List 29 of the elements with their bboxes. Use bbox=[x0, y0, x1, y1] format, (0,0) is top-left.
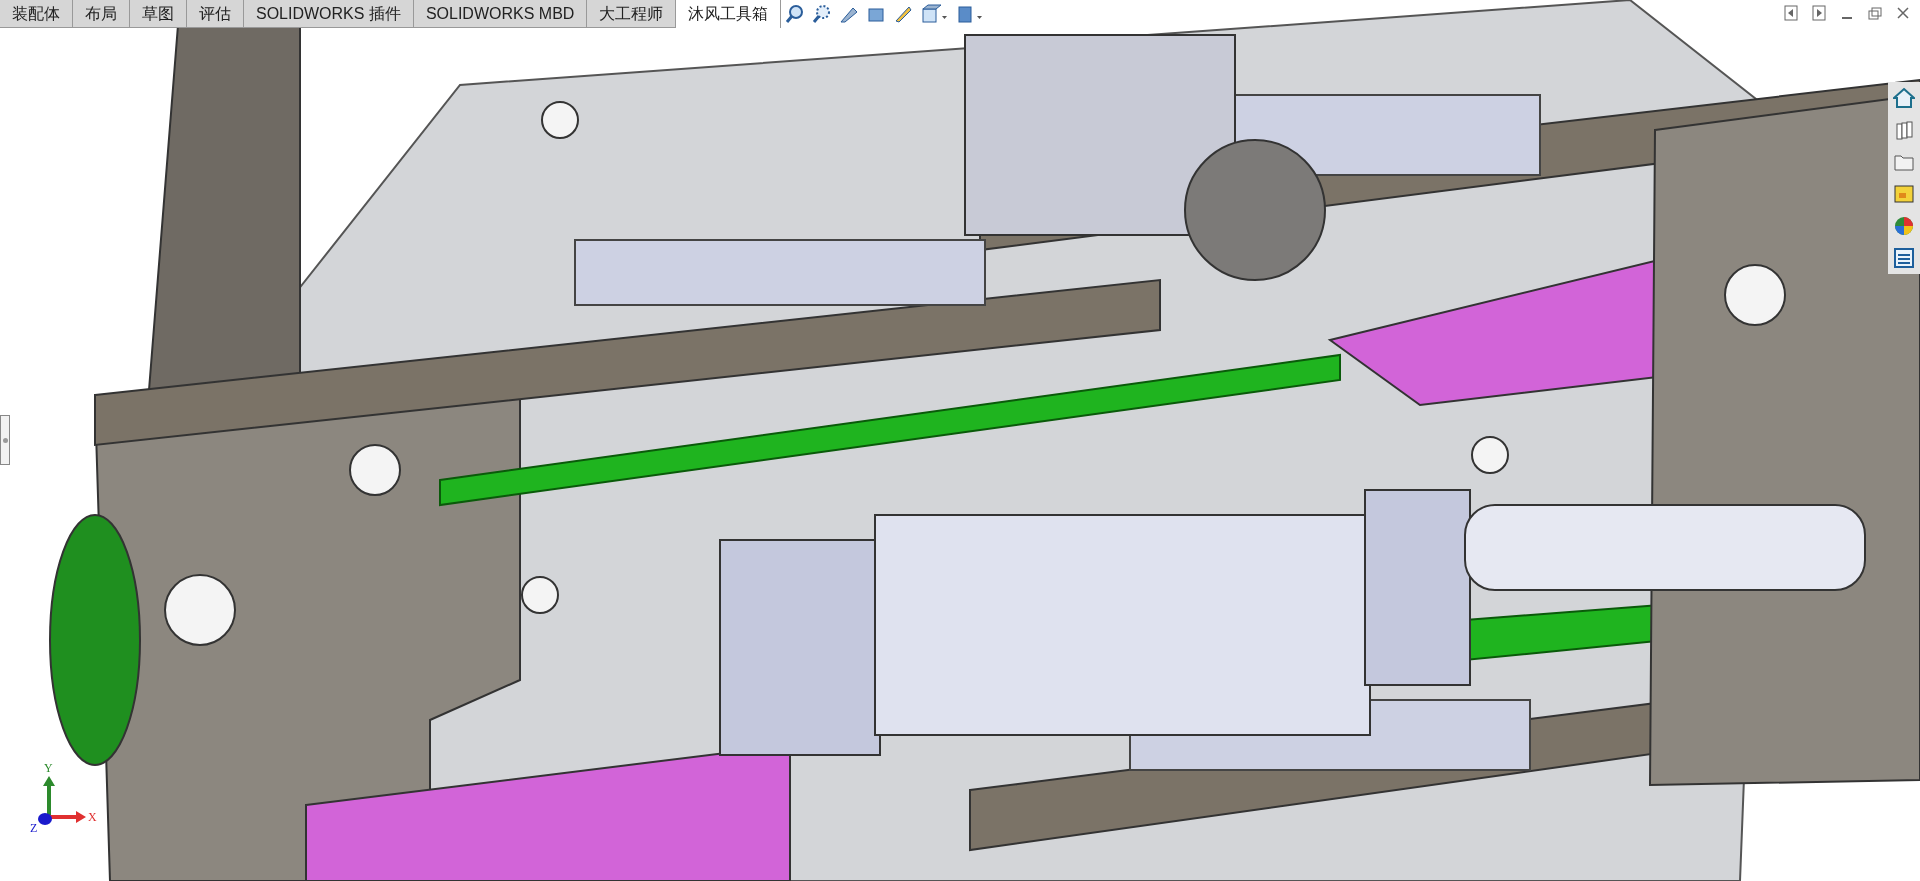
properties-icon[interactable] bbox=[1893, 247, 1915, 269]
ribbon-tab[interactable]: SOLIDWORKS 插件 bbox=[244, 0, 414, 28]
mounting-hole bbox=[541, 101, 579, 139]
x-axis-arrow-icon bbox=[48, 811, 86, 823]
ribbon-tab[interactable]: 装配体 bbox=[0, 0, 73, 28]
y-axis-arrow-icon bbox=[43, 776, 55, 818]
ribbon-tab[interactable]: 草图 bbox=[130, 0, 187, 28]
x-axis-label: X bbox=[88, 811, 97, 823]
mounting-hole bbox=[349, 444, 401, 496]
panel-collapse-handle[interactable] bbox=[0, 415, 10, 465]
ribbon-tab[interactable]: 评估 bbox=[187, 0, 244, 28]
z-axis-label: Z bbox=[30, 822, 38, 834]
restore-icon[interactable] bbox=[1868, 5, 1882, 21]
appearance-icon[interactable] bbox=[1893, 215, 1915, 237]
display-style-icon[interactable] bbox=[955, 4, 983, 24]
y-axis-label: Y bbox=[44, 762, 53, 774]
zoom-to-fit-icon[interactable] bbox=[785, 4, 805, 24]
mounting-hole bbox=[164, 574, 236, 646]
library-icon[interactable] bbox=[1893, 119, 1915, 141]
mounting-hole bbox=[1471, 436, 1509, 474]
ribbon-tab[interactable]: 沐风工具箱 bbox=[676, 0, 782, 28]
ribbon-tab[interactable]: 布局 bbox=[73, 0, 130, 28]
ribbon-tab[interactable]: 大工程师 bbox=[587, 0, 677, 28]
home-icon[interactable] bbox=[1893, 87, 1915, 109]
zoom-area-icon[interactable] bbox=[812, 4, 832, 24]
ribbon-tab[interactable]: SOLIDWORKS MBD bbox=[413, 0, 588, 28]
view-orientation-icon[interactable] bbox=[920, 4, 948, 24]
close-icon[interactable] bbox=[1896, 5, 1910, 21]
mounting-hole bbox=[1724, 264, 1786, 326]
